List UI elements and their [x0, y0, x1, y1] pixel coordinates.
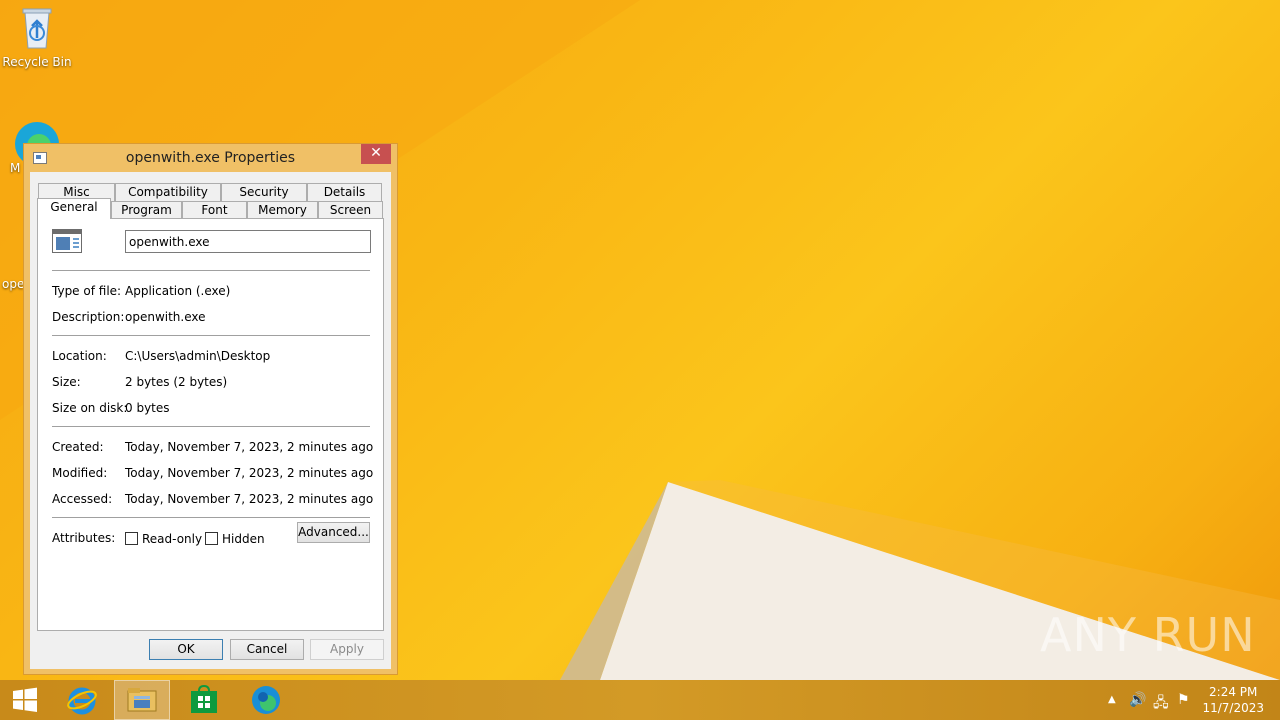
clock-date: 11/7/2023	[1202, 701, 1264, 715]
divider	[52, 426, 370, 427]
location-label: Location:	[52, 349, 107, 363]
start-button[interactable]	[0, 680, 50, 720]
taskbar-internet-explorer[interactable]	[54, 680, 110, 720]
dialog-titlebar[interactable]: openwith.exe Properties ✕	[24, 144, 397, 172]
read-only-label[interactable]: Read-only	[142, 532, 202, 546]
file-name-input[interactable]	[125, 230, 371, 253]
taskbar-store[interactable]	[176, 680, 232, 720]
ok-button[interactable]: OK	[149, 639, 223, 660]
type-of-file-label: Type of file:	[52, 284, 122, 298]
taskbar-edge[interactable]	[238, 680, 294, 720]
description-value: openwith.exe	[125, 310, 206, 324]
file-explorer-icon	[127, 688, 157, 712]
network-icon[interactable]: 🖧	[1153, 692, 1169, 716]
close-button[interactable]: ✕	[361, 144, 391, 164]
taskbar-file-explorer[interactable]	[114, 680, 170, 720]
location-value: C:\Users\admin\Desktop	[125, 349, 271, 363]
description-label: Description:	[52, 310, 125, 324]
recycle-bin-icon	[22, 8, 52, 49]
desktop-icon-recycle-bin[interactable]: Recycle Bin	[0, 6, 74, 69]
tab-font[interactable]: Font	[182, 201, 247, 219]
desktop-icon-label: Recycle Bin	[2, 55, 72, 69]
modified-label: Modified:	[52, 466, 108, 480]
created-value: Today, November 7, 2023, 2 minutes ago	[125, 440, 374, 454]
created-label: Created:	[52, 440, 104, 454]
taskbar: ▲ 🔊 🖧 ⚑ 2:24 PM 11/7/2023	[0, 680, 1280, 720]
hidden-label[interactable]: Hidden	[222, 532, 265, 546]
taskbar-clock[interactable]: 2:24 PM 11/7/2023	[1202, 684, 1264, 716]
advanced-button[interactable]: Advanced...	[297, 522, 370, 543]
accessed-label: Accessed:	[52, 492, 113, 506]
edge-icon	[252, 686, 280, 714]
action-center-flag-icon[interactable]: ⚑	[1177, 692, 1190, 708]
size-on-disk-value: 0 bytes	[125, 401, 170, 415]
anyrun-watermark: ANY RUN	[1040, 608, 1256, 662]
properties-dialog: openwith.exe Properties ✕ Misc Compatibi…	[23, 143, 398, 675]
clock-time: 2:24 PM	[1209, 685, 1258, 699]
tab-compatibility[interactable]: Compatibility	[115, 183, 221, 201]
apply-button: Apply	[310, 639, 384, 660]
tab-screen[interactable]: Screen	[318, 201, 383, 219]
dialog-client-area: Misc Compatibility Security Details Gene…	[30, 172, 391, 669]
tab-details[interactable]: Details	[307, 183, 382, 201]
store-icon	[191, 685, 217, 713]
read-only-checkbox[interactable]	[125, 532, 138, 545]
size-value: 2 bytes (2 bytes)	[125, 375, 228, 389]
internet-explorer-icon	[67, 687, 97, 715]
modified-value: Today, November 7, 2023, 2 minutes ago	[125, 466, 374, 480]
divider	[52, 335, 370, 336]
accessed-value: Today, November 7, 2023, 2 minutes ago	[125, 492, 374, 506]
tab-memory[interactable]: Memory	[247, 201, 318, 219]
cancel-button[interactable]: Cancel	[230, 639, 304, 660]
application-icon	[52, 229, 82, 253]
dialog-title: openwith.exe Properties	[125, 150, 296, 166]
start-icon	[13, 687, 37, 712]
tab-security[interactable]: Security	[221, 183, 307, 201]
divider	[52, 270, 370, 271]
volume-icon[interactable]: 🔊	[1129, 692, 1146, 708]
hidden-checkbox[interactable]	[205, 532, 218, 545]
show-hidden-icons-chevron-icon[interactable]: ▲	[1108, 694, 1116, 705]
type-of-file-value: Application (.exe)	[125, 284, 231, 298]
attributes-label: Attributes:	[52, 531, 116, 545]
size-label: Size:	[52, 375, 81, 389]
tab-general[interactable]: General	[37, 198, 111, 219]
general-tab-panel: Type of file: Application (.exe) Descrip…	[37, 218, 384, 631]
tab-program[interactable]: Program	[111, 201, 182, 219]
size-on-disk-label: Size on disk:	[52, 401, 128, 415]
divider	[52, 517, 370, 518]
